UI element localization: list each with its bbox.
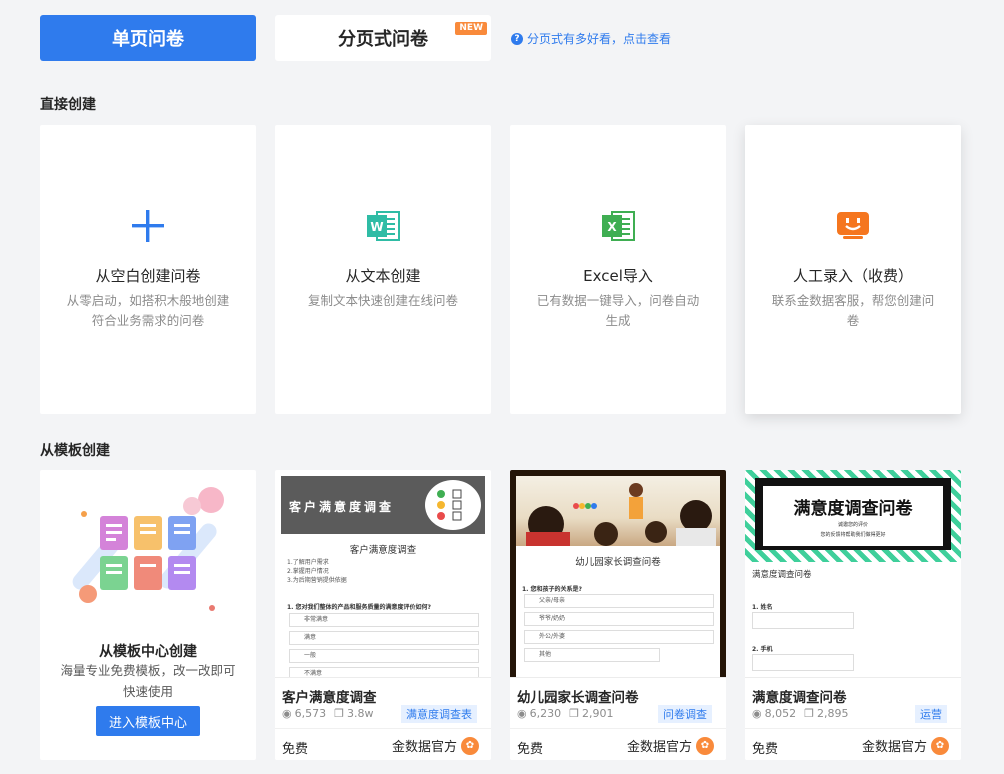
preview-subtitle: 满意度调查问卷 bbox=[752, 570, 812, 580]
template-preview: 幼儿园家长调查问卷 1. 您和孩子的关系是? 父亲/母亲 爷爷/奶奶 外公/外婆… bbox=[510, 470, 726, 677]
eye-icon: ◉ bbox=[282, 707, 292, 720]
question-icon: ? bbox=[511, 32, 523, 45]
preview-field-box bbox=[752, 612, 854, 629]
manual-entry-card[interactable]: 人工录入（收费） 联系金数据客服，帮您创建问卷 bbox=[745, 125, 961, 414]
use-count: 2,895 bbox=[816, 707, 849, 720]
preview-option: 非常满意 bbox=[289, 613, 479, 627]
card-desc: 联系金数据客服，帮您创建问卷 bbox=[771, 293, 935, 328]
template-tag[interactable]: 满意度调查表 bbox=[401, 705, 477, 723]
author-avatar-icon: ✿ bbox=[461, 736, 479, 755]
copy-icon: ❐ bbox=[804, 707, 814, 720]
preview-small-line: 诚邀您的评价 bbox=[837, 522, 868, 528]
preview-option: 其他 bbox=[524, 648, 660, 662]
card-desc: 复制文本快速创建在线问卷 bbox=[307, 293, 458, 308]
preview-line: 2.掌握用户情况 bbox=[287, 568, 329, 575]
template-name: 客户满意度调查 bbox=[282, 690, 377, 706]
template-price: 免费 bbox=[282, 742, 309, 757]
template-tag[interactable]: 运营 bbox=[915, 705, 947, 723]
section-template-create: 从模板创建 bbox=[40, 443, 110, 459]
section-direct-create: 直接创建 bbox=[40, 97, 96, 113]
enter-template-center-button[interactable]: 进入模板中心 bbox=[96, 706, 200, 736]
rating-faces-icon bbox=[425, 480, 481, 530]
preview-option: 爷爷/奶奶 bbox=[524, 612, 714, 626]
template-center-card: 从模板中心创建 海量专业免费模板，改一改即可快速使用 进入模板中心 bbox=[40, 470, 256, 760]
author-avatar-icon: ✿ bbox=[931, 736, 949, 755]
view-count: 6,573 bbox=[294, 707, 327, 720]
tab-single-page[interactable]: 单页问卷 bbox=[40, 15, 256, 61]
excel-import-card[interactable]: X Excel导入 已有数据一键导入，问卷自动生成 bbox=[510, 125, 726, 414]
preview-line: 1.了解用户需求 bbox=[287, 559, 329, 566]
new-badge: NEW bbox=[455, 22, 487, 35]
monitor-smile-icon bbox=[837, 212, 869, 239]
template-price: 免费 bbox=[517, 742, 544, 757]
template-preview: 满意度调查问卷 诚邀您的评价 您的反馈将帮助我们做得更好 满意度调查问卷 1. … bbox=[745, 470, 961, 677]
preview-title: 幼儿园家长调查问卷 bbox=[575, 557, 661, 568]
template-preview: 客户满意度调查 客户满意度调查 1.了解用户需求 2.掌握用户情况 3.为后期营… bbox=[275, 470, 491, 677]
author-avatar-icon: ✿ bbox=[696, 736, 714, 755]
template-illustration-icon bbox=[72, 487, 224, 611]
template-card[interactable]: 满意度调查问卷 诚邀您的评价 您的反馈将帮助我们做得更好 满意度调查问卷 1. … bbox=[745, 470, 961, 760]
preview-small-line: 您的反馈将帮助我们做得更好 bbox=[820, 532, 886, 538]
svg-text:X: X bbox=[607, 220, 617, 234]
preview-banner-text: 客户满意度调查 bbox=[289, 500, 395, 514]
card-title: 从空白创建问卷 bbox=[95, 267, 201, 285]
classroom-photo bbox=[516, 476, 720, 546]
eye-icon: ◉ bbox=[517, 707, 527, 720]
card-desc: 从零启动，如搭积木般地创建符合业务需求的问卷 bbox=[66, 293, 230, 328]
svg-text:W: W bbox=[370, 220, 383, 234]
paged-help-text: 分页式有多好看，点击查看 bbox=[527, 32, 672, 46]
preview-option: 父亲/母亲 bbox=[524, 594, 714, 608]
preview-question: 1. 您和孩子的关系是? bbox=[522, 586, 583, 593]
create-blank-card[interactable]: 从空白创建问卷 从零启动，如搭积木般地创建符合业务需求的问卷 bbox=[40, 125, 256, 414]
card-title: 从文本创建 bbox=[345, 267, 421, 285]
copy-icon: ❐ bbox=[569, 707, 579, 720]
preview-field-label: 2. 手机 bbox=[752, 646, 773, 653]
template-name: 幼儿园家长调查问卷 bbox=[517, 690, 639, 706]
view-count: 6,230 bbox=[529, 707, 562, 720]
plus-icon bbox=[132, 210, 164, 242]
copy-icon: ❐ bbox=[334, 707, 344, 720]
preview-field-box bbox=[752, 654, 854, 671]
card-title: 人工录入（收费） bbox=[792, 267, 913, 285]
use-count: 2,901 bbox=[581, 707, 614, 720]
tab-paged[interactable]: 分页式问卷 NEW bbox=[275, 15, 491, 61]
preview-banner-text: 满意度调查问卷 bbox=[793, 499, 913, 519]
template-center-title: 从模板中心创建 bbox=[99, 644, 197, 660]
view-count: 8,052 bbox=[764, 707, 797, 720]
template-card[interactable]: 客户满意度调查 客户满意度调查 1.了解用户需求 2.掌握用户情况 3.为后期营… bbox=[275, 470, 491, 760]
preview-title: 客户满意度调查 bbox=[349, 545, 417, 556]
preview-option: 一般 bbox=[289, 649, 479, 663]
create-from-text-card[interactable]: W 从文本创建 复制文本快速创建在线问卷 bbox=[275, 125, 491, 414]
paged-help-link[interactable]: ? 分页式有多好看，点击查看 bbox=[511, 30, 671, 47]
template-author: 金数据官方 bbox=[626, 740, 692, 755]
excel-icon: X bbox=[602, 211, 635, 241]
tab-paged-label: 分页式问卷 bbox=[338, 29, 428, 50]
preview-field-label: 1. 姓名 bbox=[752, 604, 773, 611]
template-author: 金数据官方 bbox=[861, 740, 927, 755]
template-name: 满意度调查问卷 bbox=[752, 690, 847, 706]
word-doc-icon: W bbox=[367, 211, 400, 241]
preview-option: 满意 bbox=[289, 631, 479, 645]
template-price: 免费 bbox=[752, 742, 779, 757]
card-desc: 已有数据一键导入，问卷自动生成 bbox=[536, 293, 700, 328]
tab-single-page-label: 单页问卷 bbox=[112, 29, 184, 50]
preview-question: 1. 您对我们整体的产品和服务质量的满意度评价如何? bbox=[287, 604, 432, 611]
preview-option: 不满意 bbox=[289, 667, 479, 677]
template-tag[interactable]: 问卷调查 bbox=[658, 705, 712, 723]
template-card[interactable]: 幼儿园家长调查问卷 1. 您和孩子的关系是? 父亲/母亲 爷爷/奶奶 外公/外婆… bbox=[510, 470, 726, 760]
template-author: 金数据官方 bbox=[391, 740, 457, 755]
preview-option: 外公/外婆 bbox=[524, 630, 714, 644]
use-count: 3.8w bbox=[346, 707, 374, 720]
template-center-desc: 海量专业免费模板，改一改即可快速使用 bbox=[60, 663, 236, 699]
eye-icon: ◉ bbox=[752, 707, 762, 720]
card-title: Excel导入 bbox=[583, 267, 653, 285]
preview-line: 3.为后期营销提供依据 bbox=[287, 577, 347, 584]
